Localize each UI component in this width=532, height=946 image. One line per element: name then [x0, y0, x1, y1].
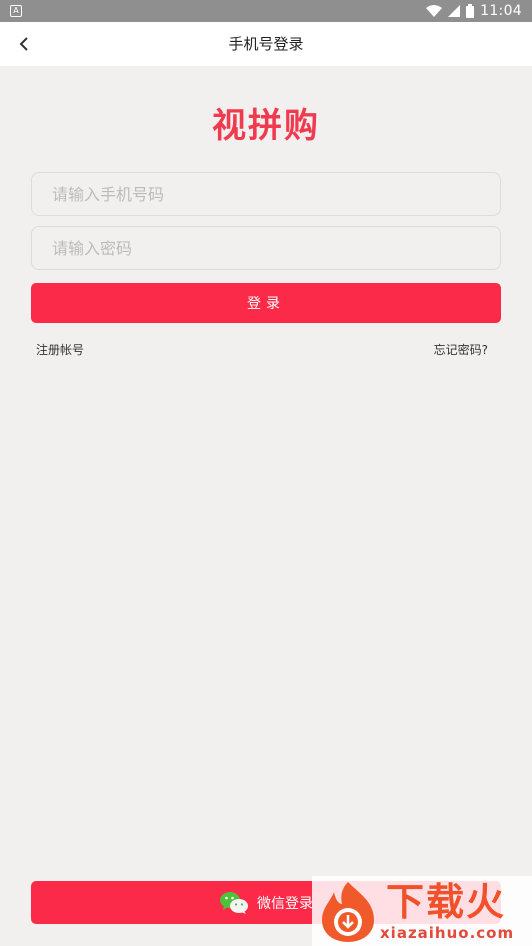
battery-icon: [466, 4, 475, 18]
wifi-icon: [426, 5, 443, 17]
chevron-left-icon[interactable]: [12, 32, 36, 56]
forgot-password-link[interactable]: 忘记密码?: [434, 341, 488, 358]
status-bar: A 11:04: [0, 0, 532, 22]
wechat-login-label: 微信登录: [257, 895, 313, 912]
watermark: 下载火 xiazaihuo.com: [312, 876, 532, 946]
flame-logo-icon: [322, 882, 374, 942]
login-button[interactable]: 登录: [31, 283, 501, 323]
phone-input[interactable]: [31, 172, 501, 216]
register-link[interactable]: 注册帐号: [36, 341, 84, 358]
wechat-icon: [220, 891, 248, 914]
header: 手机号登录: [0, 22, 532, 66]
watermark-title: 下载火: [386, 880, 507, 924]
password-input[interactable]: [31, 226, 501, 270]
notification-icon: A: [10, 5, 22, 17]
status-icons: 11:04: [426, 0, 522, 22]
page-title: 手机号登录: [228, 35, 304, 53]
status-time: 11:04: [480, 3, 522, 19]
app-logo: 视拼购: [212, 106, 320, 146]
signal-icon: [448, 5, 461, 17]
watermark-domain: xiazaihuo.com: [380, 924, 515, 942]
